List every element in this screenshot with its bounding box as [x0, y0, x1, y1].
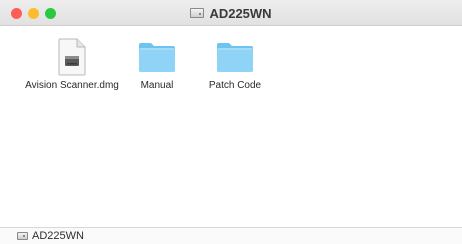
- path-bar: AD225WN: [0, 227, 462, 244]
- folder-item-patch-code[interactable]: Patch Code: [187, 37, 283, 91]
- drive-icon: [190, 8, 205, 18]
- item-label: Manual: [140, 80, 174, 91]
- title-group: AD225WN: [190, 5, 272, 21]
- disk-image-icon: [52, 37, 92, 77]
- finder-window: AD225WN Avision Scanner.dmg Manual Patch…: [0, 0, 462, 244]
- title-bar[interactable]: AD225WN: [0, 0, 462, 26]
- path-bar-item[interactable]: AD225WN: [32, 230, 84, 242]
- window-title: AD225WN: [209, 5, 272, 21]
- item-label: Avision Scanner.dmg: [25, 80, 119, 91]
- file-item-avision-scanner-dmg[interactable]: Avision Scanner.dmg: [24, 37, 120, 91]
- drive-icon: [17, 232, 28, 240]
- title-container: AD225WN: [0, 0, 462, 26]
- folder-icon: [137, 37, 177, 77]
- item-label: Patch Code: [208, 80, 262, 91]
- folder-icon: [215, 37, 255, 77]
